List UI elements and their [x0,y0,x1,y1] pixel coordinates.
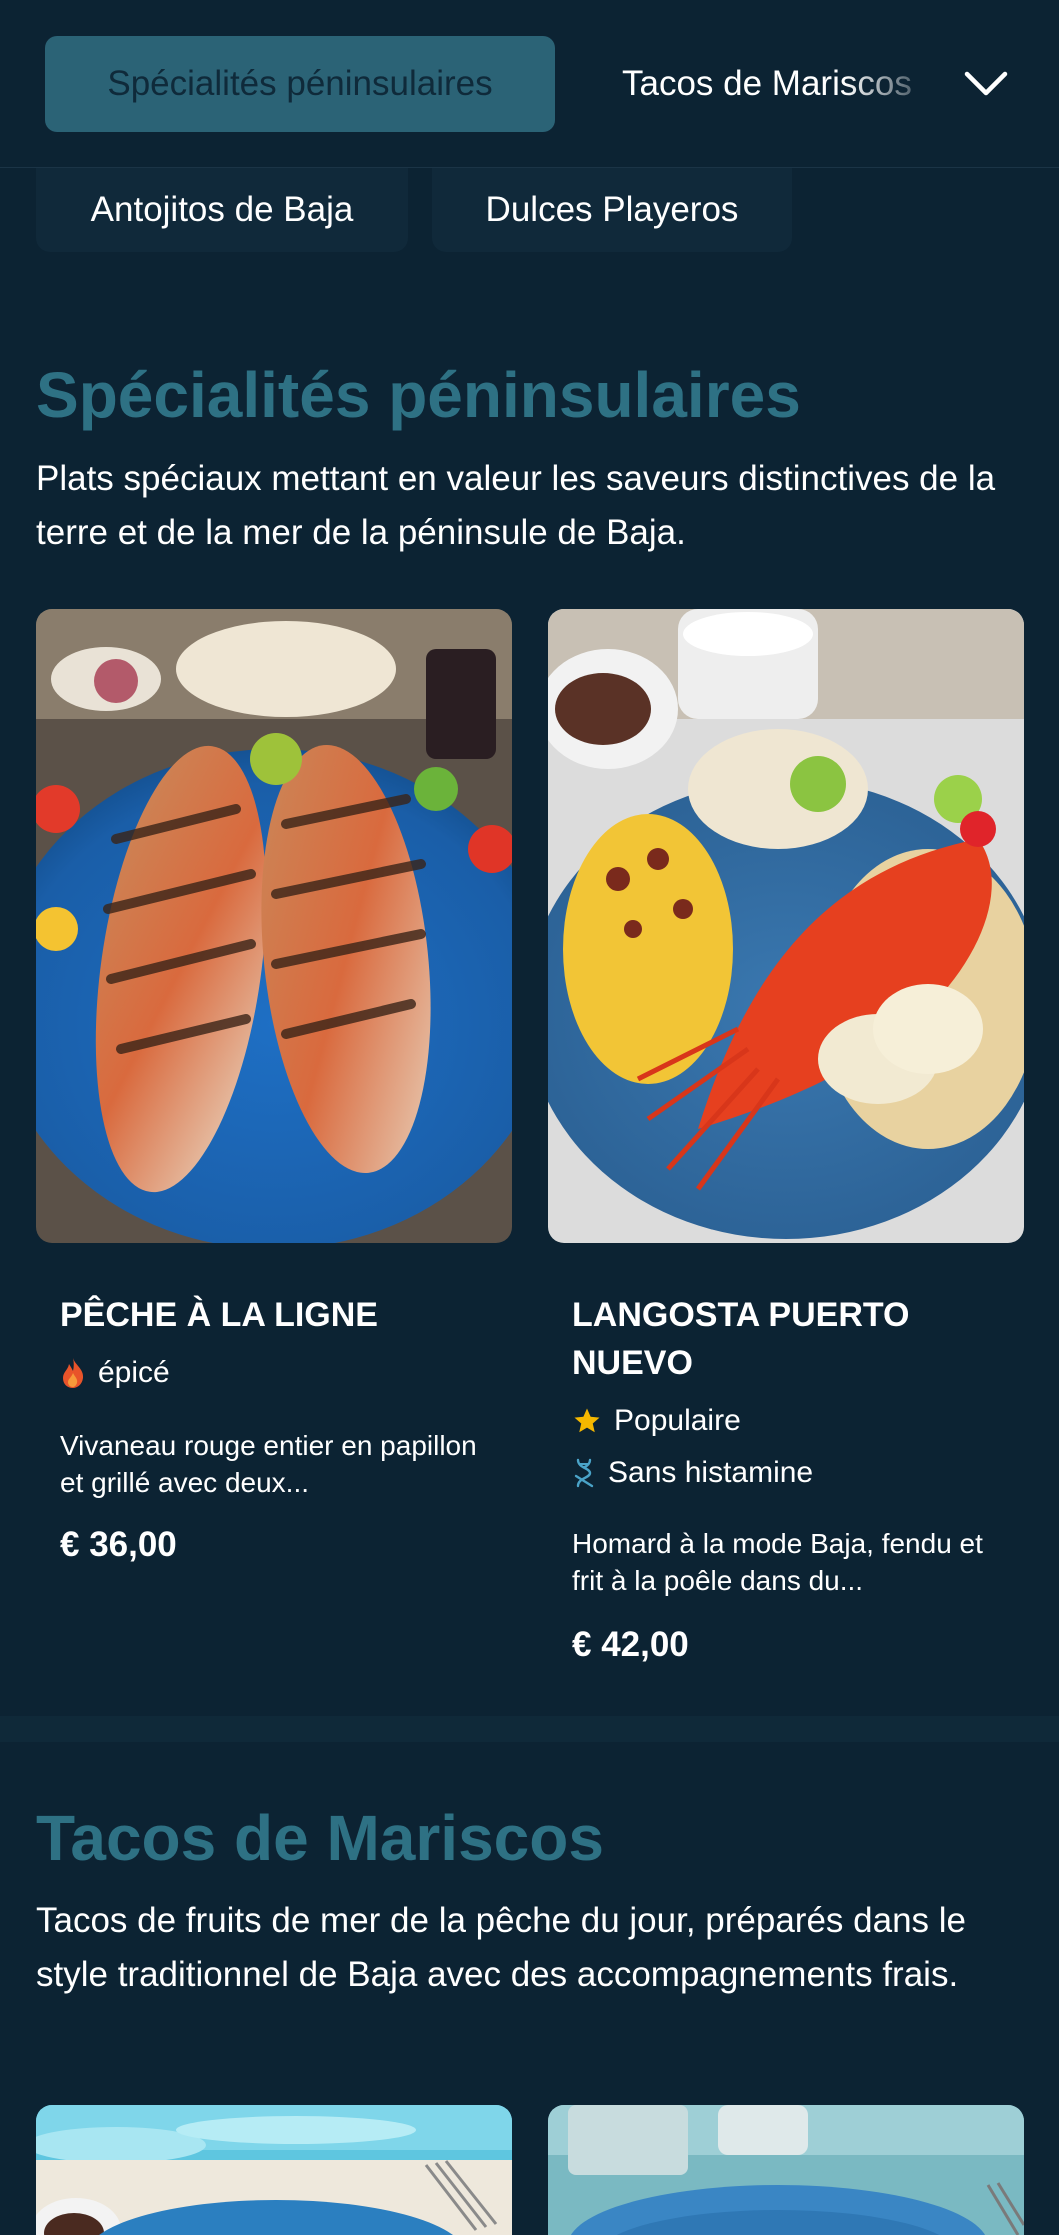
dish-image [548,609,1024,1243]
section-divider [0,1716,1059,1742]
tag-label: Sans histamine [608,1456,814,1489]
item-description: Homard à la mode Baja, fendu et frit à l… [572,1528,983,1596]
section-description: Plats spéciaux mettant en valeur les sav… [36,459,996,552]
dna-icon [574,1458,594,1488]
tag-label: Populaire [614,1404,741,1437]
dish-image [36,609,512,1243]
star-icon [574,1408,600,1433]
menu-item-card[interactable]: PÊCHE À LA LIGNE épicé Vivaneau rouge en… [36,609,512,1589]
item-name: PÊCHE À LA LIGNE [60,1296,378,1334]
menu-item-card[interactable] [548,2105,1024,2235]
category-nav: Spécialités péninsulaires Tacos de Maris… [0,0,1059,168]
menu-item-card[interactable] [36,2105,512,2235]
tag-label: épicé [98,1356,170,1389]
menu-item-card[interactable]: LANGOSTA PUERTO NUEVO Populaire Sans his… [548,609,1024,1689]
category-dropdown-button[interactable] [958,56,1014,112]
tab-antojitos-de-baja[interactable]: Antojitos de Baja [36,168,408,252]
item-name: LANGOSTA PUERTO NUEVO [572,1296,910,1382]
item-price: € 36,00 [60,1525,177,1564]
dish-image [548,2105,1024,2235]
sub-category-nav: Antojitos de Baja Dulces Playeros [0,168,1059,258]
section-description: Tacos de fruits de mer de la pêche du jo… [36,1901,966,1994]
item-description: Vivaneau rouge entier en papillon et gri… [60,1430,477,1498]
tag-histamine-free: Sans histamine [572,1453,813,1493]
chevron-down-icon [964,71,1008,96]
dish-image [36,2105,512,2235]
tag-popular: Populaire [572,1401,741,1441]
tab-dulces-playeros[interactable]: Dulces Playeros [432,168,792,252]
tag-spicy: épicé [60,1353,170,1393]
tab-specialites-peninsulaires[interactable]: Spécialités péninsulaires [45,36,555,132]
section-title: Spécialités péninsulaires [36,359,801,431]
tab-tacos-de-mariscos[interactable]: Tacos de Mariscos [622,36,940,132]
section-title: Tacos de Mariscos [36,1802,604,1874]
flame-icon [63,1358,84,1388]
item-price: € 42,00 [572,1625,689,1664]
